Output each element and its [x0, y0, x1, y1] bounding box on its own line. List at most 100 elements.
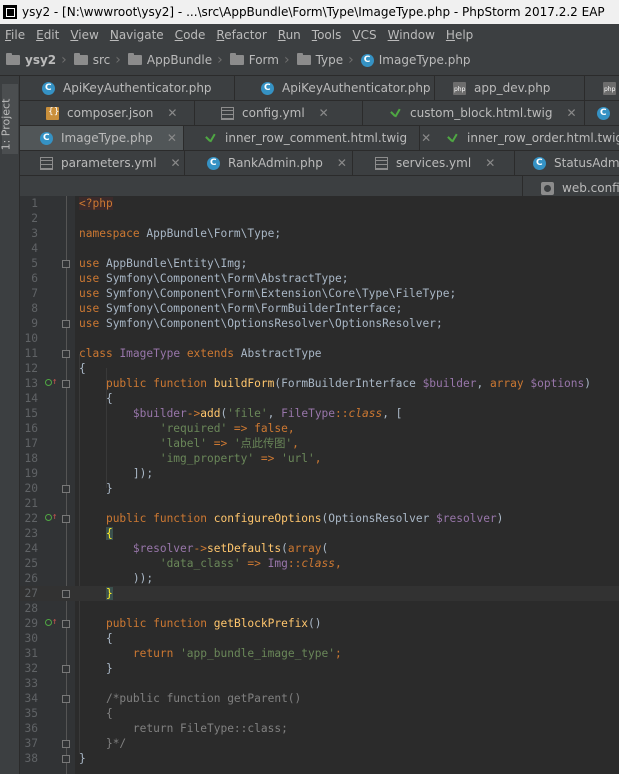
fold-marker-icon[interactable]: [62, 260, 70, 268]
fold-marker-icon[interactable]: [62, 350, 70, 358]
close-icon[interactable]: ✕: [566, 106, 576, 120]
breadcrumb-type[interactable]: Type: [291, 53, 348, 67]
matched-brace: }: [105, 587, 113, 600]
breadcrumb-appbundle[interactable]: AppBundle: [122, 53, 216, 67]
breadcrumb-project[interactable]: ysy2: [0, 53, 60, 67]
menu-window[interactable]: Window: [383, 28, 441, 42]
menu-edit[interactable]: Edit: [31, 28, 65, 42]
code-token: ): [496, 512, 504, 525]
fold-marker-icon[interactable]: [62, 485, 70, 493]
php-class-icon: [40, 131, 53, 145]
code-token: ,: [335, 557, 342, 570]
line-number: 1: [31, 197, 38, 210]
fold-marker-icon[interactable]: [62, 320, 70, 328]
twig-file-icon: [446, 132, 459, 145]
close-icon[interactable]: ✕: [167, 131, 177, 145]
tab-config-yml[interactable]: config.yml ✕: [195, 101, 363, 125]
tab-row-1: ApiKeyAuthenticator.php ApiKeyAuthentica…: [20, 76, 619, 101]
tab-parameters-yml[interactable]: parameters.yml ✕: [20, 151, 185, 175]
chevron-right-icon: ›: [115, 52, 121, 68]
menu-navigate[interactable]: Navigate: [105, 28, 170, 42]
variable: $builder: [422, 377, 477, 390]
fold-marker-icon[interactable]: [62, 740, 70, 748]
string: '点此传图': [233, 437, 293, 450]
menu-tools[interactable]: Tools: [307, 28, 348, 42]
close-icon[interactable]: ✕: [171, 156, 181, 170]
code-line: 2: [20, 211, 619, 226]
code-token: {: [105, 392, 113, 405]
tab-app-dev[interactable]: app_dev.php: [435, 76, 585, 100]
fold-marker-icon[interactable]: [62, 515, 70, 523]
php-class-icon: [533, 156, 546, 170]
keyword: use: [79, 287, 100, 300]
menu-view[interactable]: View: [65, 28, 104, 42]
menu-help[interactable]: Help: [441, 28, 479, 42]
line-number: 25: [24, 557, 38, 570]
string: 'label': [159, 437, 207, 450]
close-icon[interactable]: ✕: [337, 156, 347, 170]
window-title: ysy2 - [N:\wwwroot\ysy2] - ...\src\AppBu…: [22, 5, 605, 19]
code-editor[interactable]: 1 <?php 2 3 namespace AppBundle\Form\Type;…: [20, 196, 619, 774]
menu-code[interactable]: Code: [170, 28, 212, 42]
tab-custom-block-twig[interactable]: custom_block.html.twig ✕: [363, 101, 585, 125]
close-icon[interactable]: ✕: [485, 156, 495, 170]
menu-file[interactable]: File: [0, 28, 31, 42]
implements-method-icon[interactable]: ↑: [45, 618, 57, 629]
fold-marker-icon[interactable]: [62, 590, 70, 598]
tab-apikeyauthenticator-2[interactable]: ApiKeyAuthenticator.php: [235, 76, 435, 100]
code-token: AbstractType: [240, 347, 322, 360]
variable: $resolver: [132, 542, 194, 555]
tab-inner-row-comment-twig[interactable]: inner_row_comment.html.twig ✕: [184, 126, 431, 150]
tab-rankadmin-php[interactable]: RankAdmin.php ✕: [185, 151, 353, 175]
tool-window-sidebar: 1: Project: [0, 76, 20, 774]
close-icon[interactable]: ✕: [319, 106, 329, 120]
breadcrumb-src[interactable]: src: [68, 53, 115, 67]
tab-overflow-1[interactable]: [585, 76, 619, 100]
fold-marker-icon[interactable]: [62, 620, 70, 628]
tab-statusadmin-php[interactable]: StatusAdmin.: [515, 151, 619, 175]
operator: ::: [335, 407, 349, 420]
tab-inner-row-order-twig[interactable]: inner_row_order.html.twig: [420, 126, 619, 150]
breadcrumb-form[interactable]: Form: [224, 53, 283, 67]
implements-method-icon[interactable]: ↑: [45, 378, 57, 389]
operator: ->: [193, 542, 207, 555]
line-number: 23: [24, 527, 38, 540]
code-text: public function getBlockPrefix(): [79, 616, 322, 631]
tab-row-2: composer.json ✕ config.yml ✕ custom_block.…: [20, 101, 619, 126]
folder-icon: [6, 53, 20, 65]
menu-vcs[interactable]: VCS: [347, 28, 382, 42]
tab-apikeyauthenticator-1[interactable]: ApiKeyAuthenticator.php: [20, 76, 235, 100]
breadcrumb-label: src: [92, 53, 111, 67]
code-token: ));: [132, 572, 154, 585]
code-text: ]);: [79, 466, 153, 481]
implements-method-icon[interactable]: ↑: [45, 513, 57, 524]
code-token: ,: [287, 422, 295, 435]
fold-marker-icon[interactable]: [62, 755, 70, 763]
tab-imagetype-php[interactable]: ImageType.php ✕: [20, 126, 184, 150]
code-line: 14 {: [20, 391, 619, 406]
code-text: public function configureOptions(Options…: [79, 511, 503, 526]
php-open-tag: <?php: [79, 197, 113, 210]
code-token: AppBundle\Entity\Img;: [99, 257, 248, 270]
fold-marker-icon[interactable]: [62, 665, 70, 673]
code-line: 38}: [20, 751, 619, 766]
fold-marker-icon[interactable]: [62, 695, 70, 703]
line-number: 26: [24, 572, 38, 585]
project-tool-tab[interactable]: 1: Project: [0, 84, 18, 154]
close-icon[interactable]: ✕: [167, 106, 177, 120]
line-number: 2: [31, 212, 38, 225]
code-line: 26 ));: [20, 571, 619, 586]
menu-run[interactable]: Run: [273, 28, 307, 42]
line-number: 19: [24, 467, 38, 480]
breadcrumb-file[interactable]: ImageType.php: [355, 53, 475, 67]
code-text: return 'app_bundle_image_type';: [79, 646, 342, 661]
code-line: 21: [20, 496, 619, 511]
tab-composer-json[interactable]: composer.json ✕: [20, 101, 195, 125]
fold-marker-icon[interactable]: [62, 380, 70, 388]
tab-overflow-2[interactable]: [585, 101, 619, 125]
tab-services-yml[interactable]: services.yml ✕: [353, 151, 515, 175]
twig-file-icon: [204, 132, 217, 145]
line-number: 6: [31, 272, 38, 285]
menu-refactor[interactable]: Refactor: [211, 28, 272, 42]
breadcrumb-label: ImageType.php: [378, 53, 471, 67]
